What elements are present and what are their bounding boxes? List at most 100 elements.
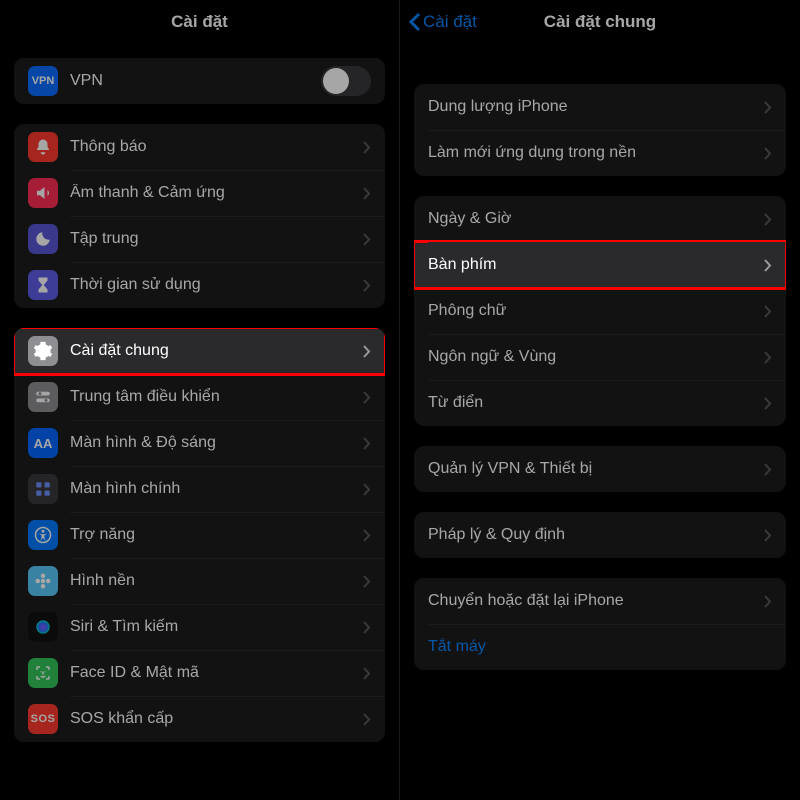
reset-label: Chuyển hoặc đặt lại iPhone	[428, 592, 758, 610]
general-label: Cài đặt chung	[70, 342, 357, 360]
chevron-right-icon	[764, 147, 772, 160]
shutdown-label: Tắt máy	[428, 638, 772, 656]
control-center-label: Trung tâm điều khiển	[70, 388, 357, 406]
legal-label: Pháp lý & Quy định	[428, 526, 758, 544]
switches-icon	[28, 382, 58, 412]
chevron-right-icon	[363, 391, 371, 404]
row-dictionary[interactable]: Từ điển	[414, 380, 786, 426]
row-keyboard[interactable]: Bàn phím	[414, 242, 786, 288]
language-label: Ngôn ngữ & Vùng	[428, 348, 758, 366]
group-storage: Dung lượng iPhone Làm mới ứng dụng trong…	[414, 84, 786, 176]
wallpaper-label: Hình nền	[70, 572, 357, 590]
row-shutdown[interactable]: Tắt máy	[414, 624, 786, 670]
row-background-refresh[interactable]: Làm mới ứng dụng trong nền	[414, 130, 786, 176]
chevron-right-icon	[764, 351, 772, 364]
row-vpn-device[interactable]: Quản lý VPN & Thiết bị	[414, 446, 786, 492]
siri-icon	[28, 612, 58, 642]
chevron-right-icon	[363, 141, 371, 154]
row-vpn[interactable]: VPN VPN	[14, 58, 385, 104]
general-content: Dung lượng iPhone Làm mới ứng dụng trong…	[400, 44, 800, 670]
row-notifications[interactable]: Thông báo	[14, 124, 385, 170]
sos-icon: SOS	[28, 704, 58, 734]
row-fonts[interactable]: Phông chữ	[414, 288, 786, 334]
chevron-right-icon	[363, 621, 371, 634]
back-label: Cài đặt	[423, 12, 477, 32]
storage-label: Dung lượng iPhone	[428, 98, 758, 116]
faceid-label: Face ID & Mật mã	[70, 664, 357, 682]
chevron-right-icon	[363, 713, 371, 726]
vpn-label: VPN	[70, 72, 321, 90]
chevron-right-icon	[363, 345, 371, 358]
gear-icon	[28, 336, 58, 366]
row-datetime[interactable]: Ngày & Giờ	[414, 196, 786, 242]
row-language[interactable]: Ngôn ngữ & Vùng	[414, 334, 786, 380]
chevron-right-icon	[764, 101, 772, 114]
chevron-right-icon	[764, 463, 772, 476]
navbar-left: Cài đặt	[0, 0, 399, 44]
chevron-right-icon	[363, 483, 371, 496]
row-display[interactable]: AA Màn hình & Độ sáng	[14, 420, 385, 466]
chevron-right-icon	[764, 397, 772, 410]
chevron-right-icon	[764, 305, 772, 318]
speaker-icon	[28, 178, 58, 208]
grid-icon	[28, 474, 58, 504]
row-storage[interactable]: Dung lượng iPhone	[414, 84, 786, 130]
display-label: Màn hình & Độ sáng	[70, 434, 357, 452]
screentime-label: Thời gian sử dụng	[70, 276, 357, 294]
background-refresh-label: Làm mới ứng dụng trong nền	[428, 144, 758, 162]
chevron-right-icon	[363, 187, 371, 200]
row-control-center[interactable]: Trung tâm điều khiển	[14, 374, 385, 420]
flower-icon	[28, 566, 58, 596]
chevron-right-icon	[764, 213, 772, 226]
row-focus[interactable]: Tập trung	[14, 216, 385, 262]
row-screentime[interactable]: Thời gian sử dụng	[14, 262, 385, 308]
vpn-device-label: Quản lý VPN & Thiết bị	[428, 460, 758, 478]
row-sos[interactable]: SOS SOS khẩn cấp	[14, 696, 385, 742]
chevron-right-icon	[764, 259, 772, 272]
notifications-label: Thông báo	[70, 138, 357, 156]
sound-label: Âm thanh & Cảm ứng	[70, 184, 357, 202]
settings-pane: Cài đặt VPN VPN Thông báo	[0, 0, 400, 800]
siri-label: Siri & Tìm kiếm	[70, 618, 357, 636]
faceid-icon	[28, 658, 58, 688]
row-home-screen[interactable]: Màn hình chính	[14, 466, 385, 512]
navbar-title: Cài đặt chung	[544, 12, 656, 32]
aa-icon: AA	[28, 428, 58, 458]
fonts-label: Phông chữ	[428, 302, 758, 320]
chevron-right-icon	[363, 437, 371, 450]
home-label: Màn hình chính	[70, 480, 357, 498]
vpn-toggle[interactable]	[321, 66, 371, 96]
group-legal: Pháp lý & Quy định	[414, 512, 786, 558]
group-vpn-device: Quản lý VPN & Thiết bị	[414, 446, 786, 492]
vpn-icon: VPN	[28, 66, 58, 96]
chevron-right-icon	[764, 595, 772, 608]
row-sound[interactable]: Âm thanh & Cảm ứng	[14, 170, 385, 216]
keyboard-label: Bàn phím	[428, 256, 758, 274]
row-accessibility[interactable]: Trợ năng	[14, 512, 385, 558]
accessibility-label: Trợ năng	[70, 526, 357, 544]
chevron-right-icon	[363, 575, 371, 588]
row-wallpaper[interactable]: Hình nền	[14, 558, 385, 604]
chevron-right-icon	[363, 667, 371, 680]
bell-icon	[28, 132, 58, 162]
toggle-knob	[323, 68, 349, 94]
row-general[interactable]: Cài đặt chung	[14, 328, 385, 374]
group-general: Cài đặt chung Trung tâm điều khiển AA Mà…	[14, 328, 385, 742]
dictionary-label: Từ điển	[428, 394, 758, 412]
row-siri[interactable]: Siri & Tìm kiếm	[14, 604, 385, 650]
hourglass-icon	[28, 270, 58, 300]
navbar-right: Cài đặt Cài đặt chung	[400, 0, 800, 44]
chevron-right-icon	[363, 279, 371, 292]
chevron-right-icon	[764, 529, 772, 542]
general-pane: Cài đặt Cài đặt chung Dung lượng iPhone …	[400, 0, 800, 800]
group-reset: Chuyển hoặc đặt lại iPhone Tắt máy	[414, 578, 786, 670]
focus-label: Tập trung	[70, 230, 357, 248]
row-faceid[interactable]: Face ID & Mật mã	[14, 650, 385, 696]
group-vpn: VPN VPN	[14, 58, 385, 104]
group-notify: Thông báo Âm thanh & Cảm ứng Tập trung	[14, 124, 385, 308]
moon-icon	[28, 224, 58, 254]
sos-label: SOS khẩn cấp	[70, 710, 357, 728]
row-legal[interactable]: Pháp lý & Quy định	[414, 512, 786, 558]
row-reset[interactable]: Chuyển hoặc đặt lại iPhone	[414, 578, 786, 624]
back-button[interactable]: Cài đặt	[408, 12, 477, 32]
